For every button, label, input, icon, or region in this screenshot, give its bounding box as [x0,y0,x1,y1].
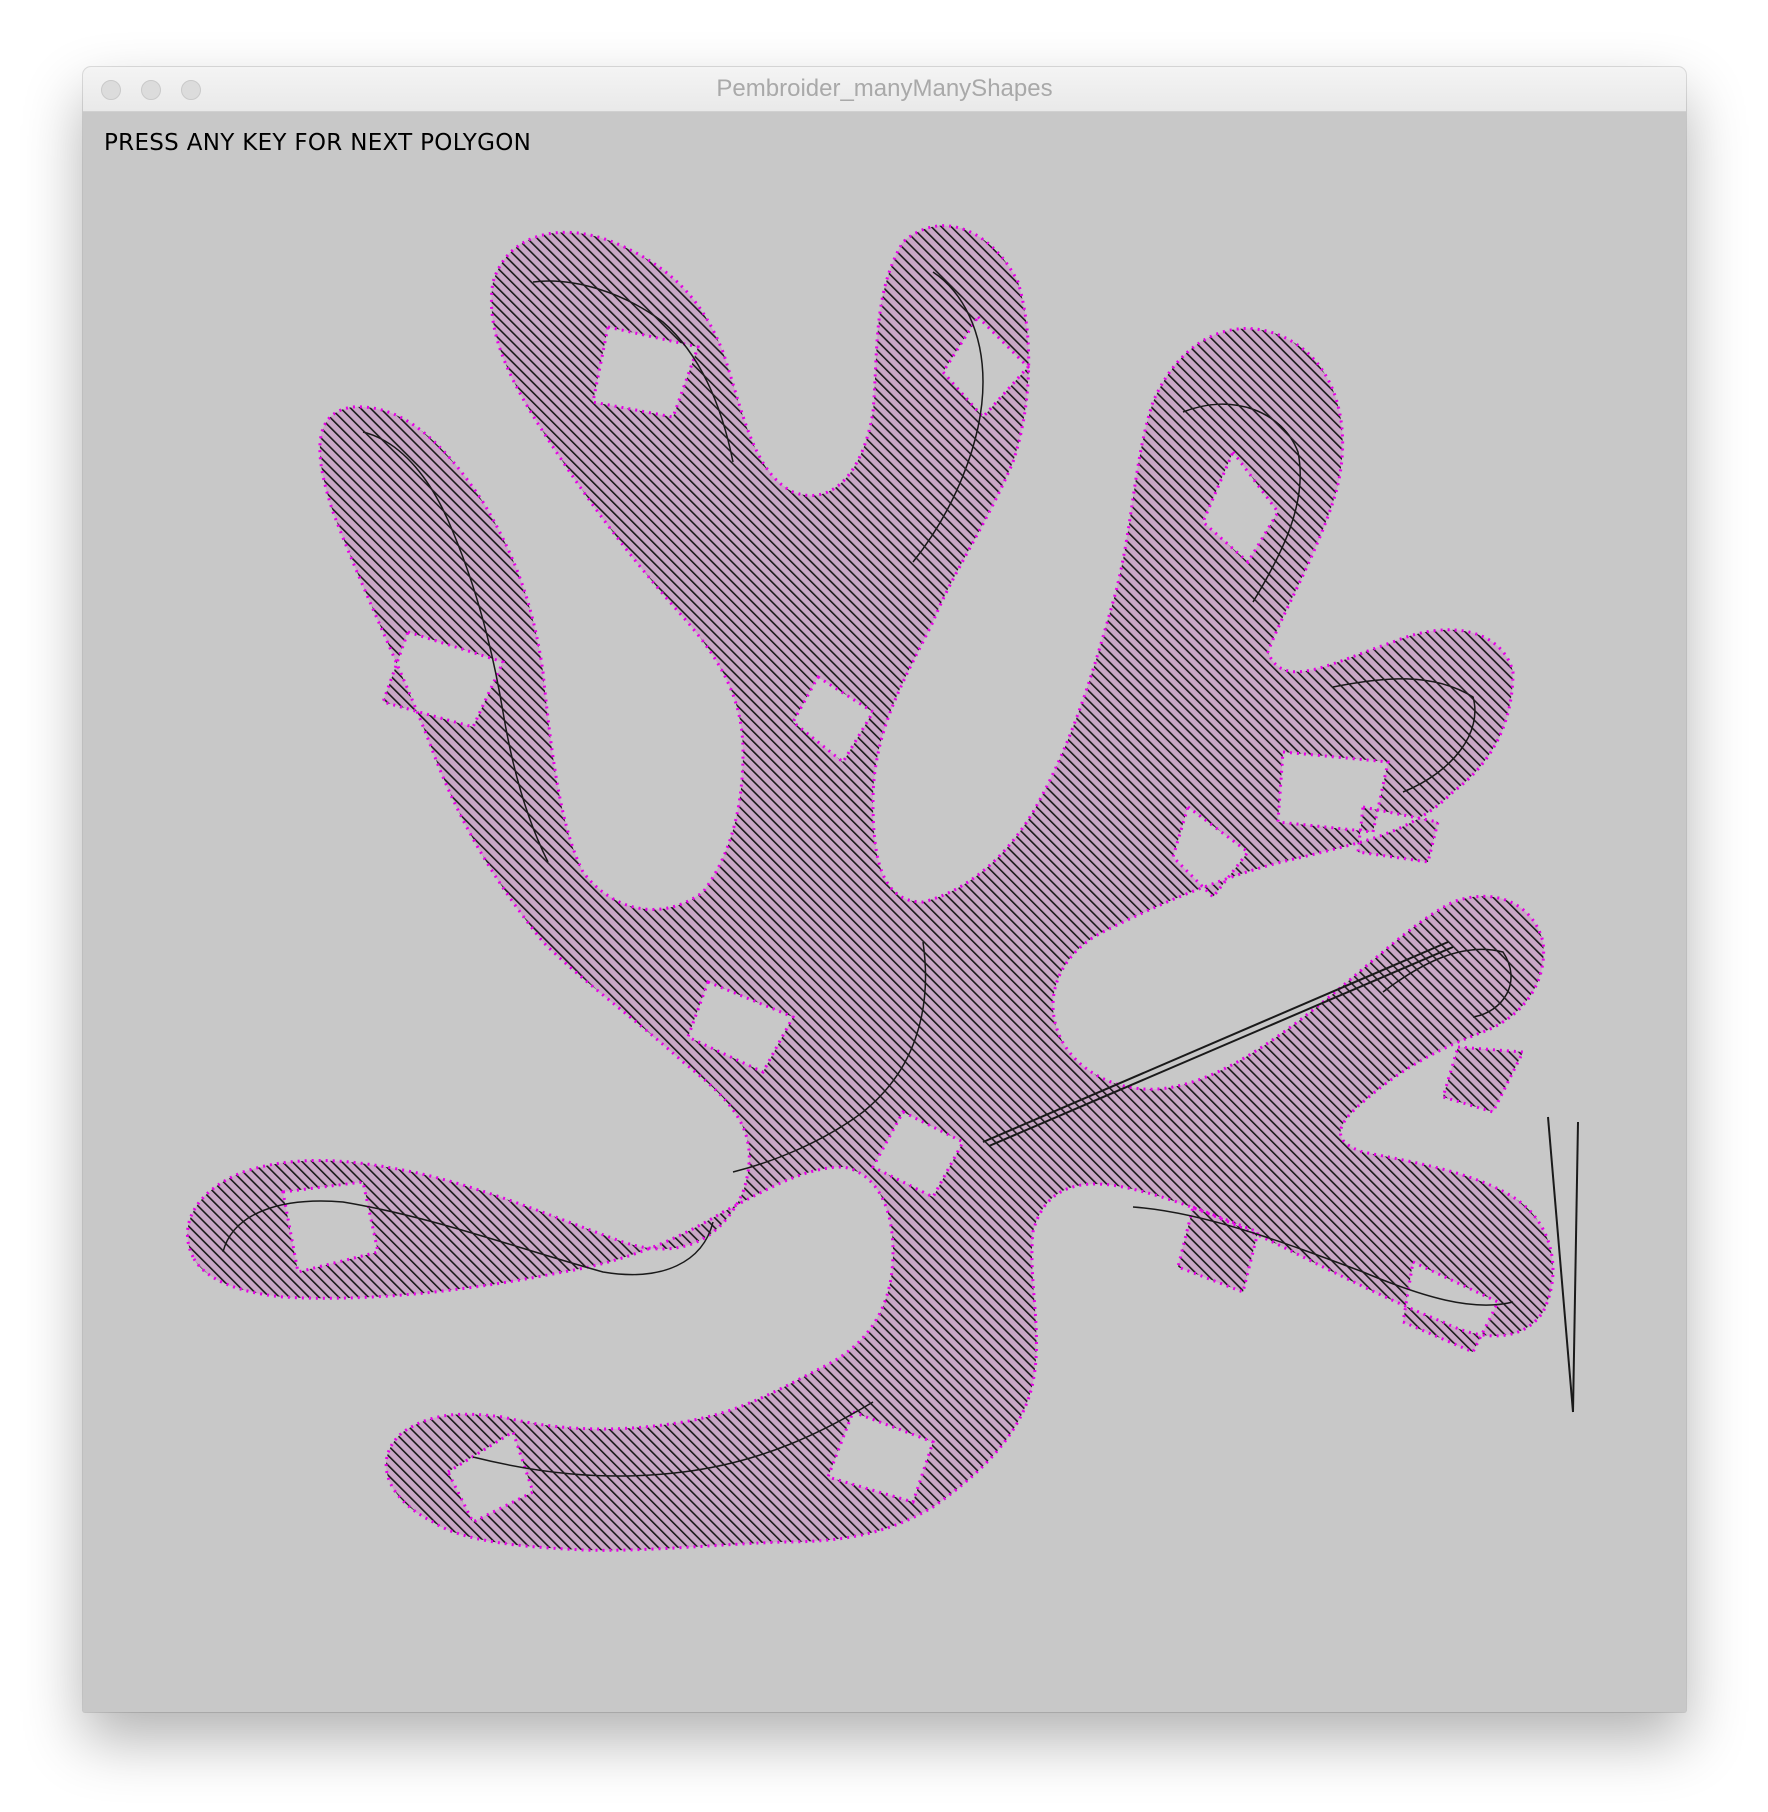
title-bar[interactable]: Pembroider_manyManyShapes [83,67,1686,112]
app-window: Pembroider_manyManyShapes PRESS ANY KEY … [83,67,1686,1712]
hatched-fill [185,224,1555,1552]
sketch-canvas[interactable]: PRESS ANY KEY FOR NEXT POLYGON [83,112,1686,1712]
embroidery-polygon [185,224,1579,1552]
instruction-text: PRESS ANY KEY FOR NEXT POLYGON [104,130,532,156]
window-title: Pembroider_manyManyShapes [716,75,1053,102]
